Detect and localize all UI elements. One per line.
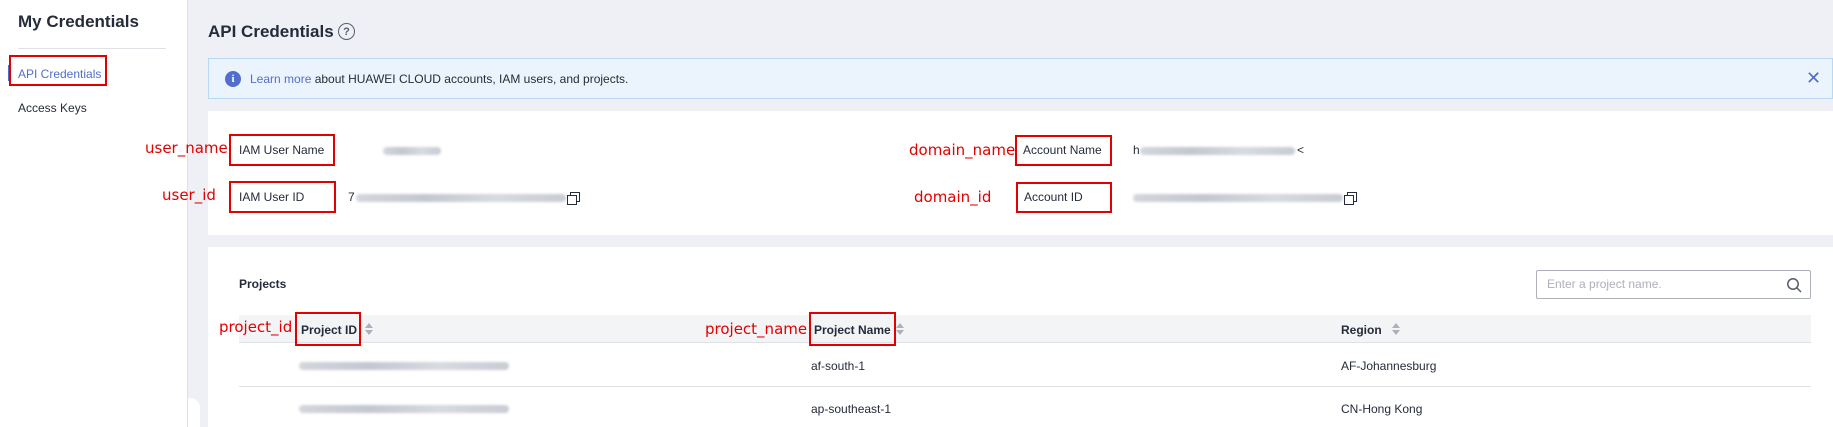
sort-icon[interactable]: [896, 323, 904, 335]
annotation-domain-name: domain_name: [909, 141, 1016, 159]
iam-user-name-label: IAM User Name: [239, 143, 325, 157]
project-search-input[interactable]: [1547, 277, 1767, 291]
annotation-user-id: user_id: [162, 186, 216, 204]
iam-user-id-prefix: 7: [348, 190, 355, 204]
sort-icon[interactable]: [1392, 323, 1400, 335]
info-banner-text: Learn more about HUAWEI CLOUD accounts, …: [250, 72, 628, 86]
iam-user-name-value: [383, 147, 441, 155]
account-name-suffix: <: [1297, 143, 1305, 157]
info-banner: i Learn more about HUAWEI CLOUD accounts…: [208, 58, 1833, 99]
info-banner-message: about HUAWEI CLOUD accounts, IAM users, …: [311, 72, 629, 86]
info-circle-icon: i: [225, 71, 241, 87]
region-cell: CN-Hong Kong: [1341, 402, 1423, 416]
table-row[interactable]: ap-southeast-1 CN-Hong Kong: [239, 387, 1811, 427]
projects-table-header: Project ID Project Name Region: [239, 315, 1811, 343]
iam-user-id-label: IAM User ID: [239, 190, 305, 204]
projects-card: Projects Project ID Project Name Region …: [208, 247, 1833, 427]
table-row[interactable]: af-south-1 AF-Johannesburg: [239, 344, 1811, 387]
annotation-project-id: project_id: [219, 318, 293, 336]
account-name-value: [1140, 147, 1295, 155]
annotation-box-api-credentials: [9, 55, 107, 86]
iam-user-id-value: [356, 194, 566, 202]
sidebar-divider: [18, 48, 166, 49]
annotation-project-name: project_name: [705, 320, 808, 338]
column-header-region[interactable]: Region: [1341, 323, 1382, 337]
annotation-box-project-id: [295, 312, 361, 346]
close-icon[interactable]: ✕: [1806, 68, 1821, 89]
credentials-card: IAM User Name IAM User ID 7 Account Name…: [208, 111, 1833, 235]
page-title: API Credentials: [208, 22, 334, 41]
annotation-user-name: user_name: [145, 139, 228, 157]
account-id-label: Account ID: [1024, 190, 1083, 204]
project-id-value: [299, 362, 509, 370]
sidebar-notch: [188, 398, 200, 427]
question-circle-icon[interactable]: ?: [338, 23, 355, 40]
search-icon[interactable]: [1786, 277, 1802, 293]
project-name-cell: ap-southeast-1: [811, 402, 892, 416]
project-search-box[interactable]: [1536, 270, 1811, 299]
copy-icon[interactable]: [567, 192, 580, 205]
sort-icon[interactable]: [365, 323, 373, 335]
account-id-value: [1133, 194, 1343, 202]
region-cell: AF-Johannesburg: [1341, 359, 1437, 373]
account-name-prefix: h: [1133, 143, 1140, 157]
annotation-box-project-name: [809, 312, 896, 346]
sidebar-title: My Credentials: [18, 12, 139, 31]
projects-title: Projects: [239, 277, 287, 291]
copy-icon[interactable]: [1344, 192, 1357, 205]
sidebar-item-access-keys[interactable]: Access Keys: [18, 101, 87, 115]
annotation-domain-id: domain_id: [914, 188, 992, 206]
project-id-value: [299, 405, 509, 413]
learn-more-link[interactable]: Learn more: [250, 72, 311, 86]
project-name-cell: af-south-1: [811, 359, 866, 373]
account-name-label: Account Name: [1023, 143, 1102, 157]
